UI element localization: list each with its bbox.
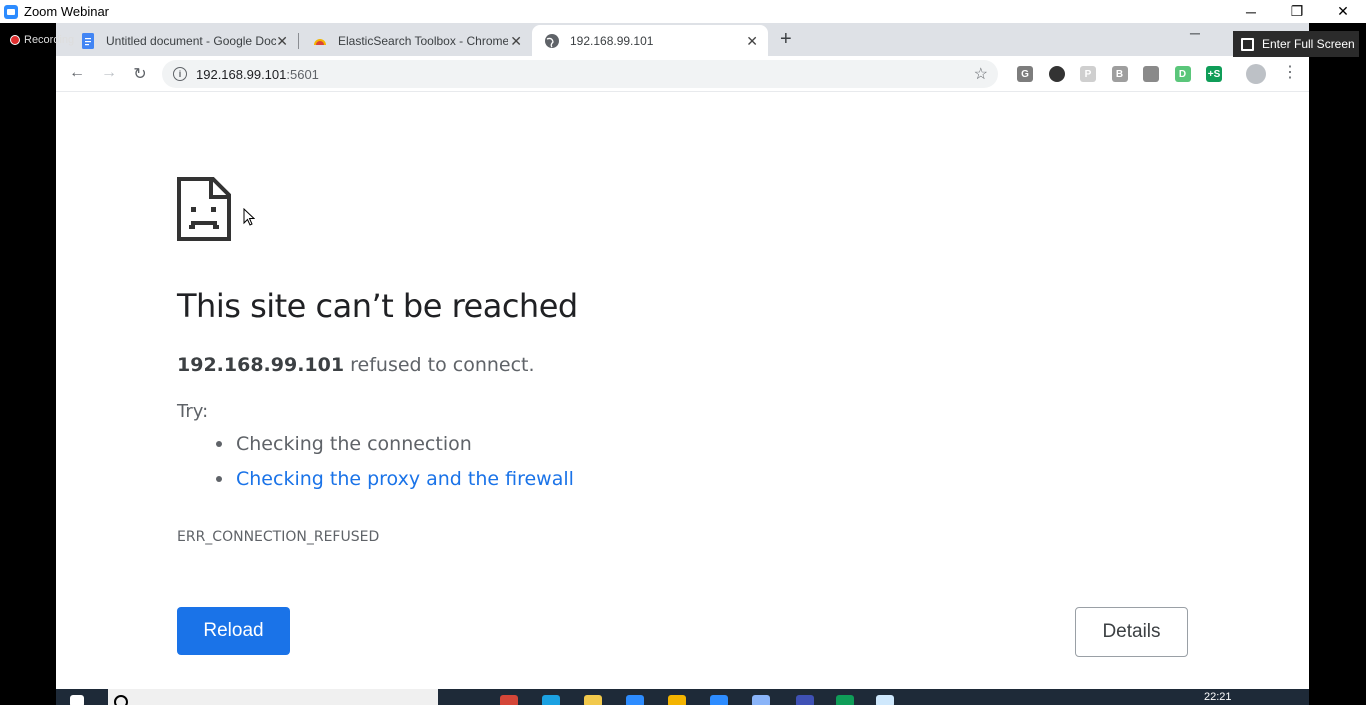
virtualbox-taskbar-icon[interactable] [752,695,770,705]
tab-strip: Untitled document - Google Doc ✕ Elastic… [56,23,1309,56]
try-label: Try: [177,401,209,422]
info-icon[interactable]: i [173,67,187,81]
windows-taskbar: 22:21 [56,689,1309,705]
forward-button[interactable]: → [99,64,119,82]
details-button[interactable]: Details [1075,607,1188,657]
file-explorer-icon[interactable] [584,695,602,705]
zoom-title-bar: Zoom Webinar ─ ❐ ✕ [0,0,1366,23]
zoom-logo-icon [4,4,18,19]
chrome-minimize-icon[interactable]: ─ [1190,25,1200,41]
search-icon [114,695,128,705]
d-extension-icon[interactable]: D [1174,66,1191,82]
app-taskbar-icon[interactable] [668,695,686,705]
b-extension-icon[interactable]: B [1111,66,1128,82]
grammarly-extension-icon[interactable]: G [1017,66,1033,82]
error-page: This site can’t be reached 192.168.99.10… [56,92,1309,689]
close-tab-icon[interactable]: ✕ [510,33,522,50]
left-letterbox [0,23,56,705]
restore-button[interactable]: ❐ [1274,0,1320,23]
error-message: refused to connect. [350,354,535,376]
recording-indicator[interactable]: Recording [10,34,74,46]
bullet-icon [216,476,222,482]
browser-toolbar: ← → ↻ i 192.168.99.101:5601 ☆ G P B D +S ⋮ [56,56,1309,92]
minimize-button[interactable]: ─ [1228,0,1274,23]
elasticsearch-icon [314,38,326,45]
tab-active-192-168-99-101[interactable]: 192.168.99.101 ✕ [532,25,768,56]
sad-document-icon [177,177,231,241]
reload-button[interactable]: Reload [177,607,290,655]
bookmark-star-icon[interactable]: ☆ [974,64,988,84]
google-docs-icon [82,32,94,49]
new-tab-button[interactable]: + [780,28,792,51]
error-host: 192.168.99.101 [177,354,345,376]
right-letterbox [1309,23,1366,705]
mouse-cursor-icon [243,208,255,226]
chrome-menu-icon[interactable]: ⋮ [1282,62,1298,82]
bullet-icon [216,441,222,447]
error-headline: This site can’t be reached [177,287,578,325]
taskbar-clock: 22:21 [1204,691,1232,703]
media-player-icon[interactable] [626,695,644,705]
app2-taskbar-icon[interactable] [796,695,814,705]
edge-taskbar-icon[interactable] [542,695,560,705]
app3-taskbar-icon[interactable] [836,695,854,705]
circle-extension-icon[interactable] [1048,66,1065,82]
window-controls: ─ ❐ ✕ [1228,0,1366,23]
p-extension-icon[interactable]: P [1080,66,1096,82]
edit-extension-icon[interactable] [1143,66,1159,82]
record-dot-icon [10,35,20,45]
fullscreen-label: Enter Full Screen [1262,37,1355,51]
url-text[interactable]: 192.168.99.101:5601 [196,67,319,82]
globe-icon [545,33,559,48]
zoom-window-title: Zoom Webinar [24,4,110,19]
app4-taskbar-icon[interactable] [876,695,894,705]
enter-full-screen-button[interactable]: Enter Full Screen [1233,31,1359,57]
chrome-window: Untitled document - Google Doc ✕ Elastic… [56,23,1309,689]
zoom-taskbar-icon[interactable] [710,695,728,705]
error-code: ERR_CONNECTION_REFUSED [177,529,380,545]
tab-google-docs[interactable]: Untitled document - Google Doc ✕ [68,25,298,56]
chrome-taskbar-icon[interactable] [500,695,518,705]
recording-label: Recording [24,34,75,46]
reload-icon[interactable]: ↻ [130,64,150,84]
tab-label: 192.168.99.101 [570,33,654,48]
back-button[interactable]: ← [67,64,87,82]
close-button[interactable]: ✕ [1320,0,1366,23]
plus-s-extension-icon[interactable]: +S [1206,66,1222,82]
close-tab-icon[interactable]: ✕ [276,33,288,50]
tab-elasticsearch-toolbox[interactable]: ElasticSearch Toolbox - Chrome W ✕ [300,25,532,56]
windows-start-icon[interactable] [70,695,84,705]
tab-label: ElasticSearch Toolbox - Chrome W [338,33,508,48]
fullscreen-icon [1241,37,1254,51]
address-bar[interactable]: i 192.168.99.101:5601 ☆ [162,60,998,88]
error-description: 192.168.99.101 refused to connect. [177,354,535,376]
close-tab-icon[interactable]: ✕ [746,33,758,50]
suggestion-check-connection: Checking the connection [216,433,472,455]
profile-avatar[interactable] [1246,64,1266,84]
tab-separator [298,33,299,49]
tab-label: Untitled document - Google Doc [106,33,276,48]
suggestion-check-proxy-firewall-link[interactable]: Checking the proxy and the firewall [216,468,574,490]
taskbar-search-box[interactable] [108,689,438,705]
